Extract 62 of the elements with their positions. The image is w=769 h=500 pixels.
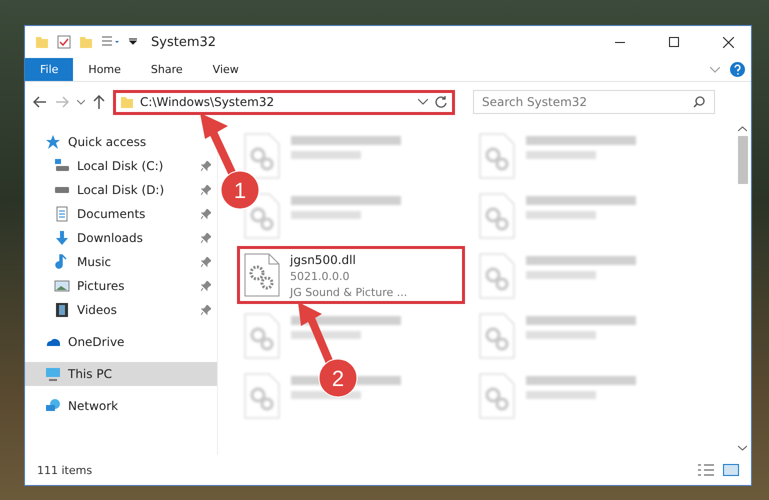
sidebar-item[interactable]: Local Disk (C:) [25, 154, 217, 178]
caret-icon[interactable] [129, 38, 137, 46]
refresh-icon[interactable] [434, 95, 448, 109]
pin-icon[interactable] [201, 257, 211, 267]
chevron-down-icon[interactable] [418, 99, 428, 105]
ribbon-tab[interactable]: Home [73, 58, 136, 81]
sidebar-item[interactable]: Music [25, 250, 217, 274]
large-icons-view-icon[interactable] [723, 463, 739, 477]
up-arrow-icon[interactable] [93, 95, 105, 109]
ribbon-tab[interactable]: Share [136, 58, 198, 81]
pin-icon[interactable] [201, 305, 211, 315]
sidebar-item[interactable]: Documents [25, 202, 217, 226]
folder-icon [35, 35, 49, 49]
ribbon-tab[interactable]: File [25, 58, 74, 81]
sidebar-item[interactable]: Local Disk (D:) [25, 178, 217, 202]
close-icon [722, 36, 734, 48]
file-tile[interactable]: jgsn500.dll 5021.0.0.0 JG Sound & Picture ... [237, 246, 465, 304]
drive-icon [55, 187, 69, 193]
sidebar-item[interactable]: This PC [25, 362, 217, 386]
sidebar-item[interactable]: Network [25, 394, 217, 418]
document-icon [54, 206, 70, 222]
network-icon [45, 398, 61, 414]
address-bar[interactable]: C:\Windows\System32 [113, 90, 455, 114]
pin-icon[interactable] [201, 281, 211, 291]
scrollbar-thumb[interactable] [738, 136, 748, 184]
folder-icon [120, 95, 134, 109]
help-icon[interactable] [730, 62, 745, 77]
scroll-up-icon[interactable] [738, 126, 747, 132]
scroll-down-icon[interactable] [738, 445, 747, 451]
pin-icon[interactable] [201, 233, 211, 243]
checklist-icon[interactable] [57, 35, 71, 49]
chevron-down-icon[interactable] [77, 100, 85, 104]
sidebar-item[interactable]: Videos [25, 298, 217, 322]
sidebar-item[interactable]: Downloads [25, 226, 217, 250]
file-detail: JG Sound & Picture ... [290, 286, 408, 299]
file-detail: 5021.0.0.0 [290, 270, 350, 283]
pin-icon[interactable] [201, 209, 211, 219]
details-view-icon[interactable] [697, 463, 715, 477]
picture-icon [54, 278, 70, 294]
sidebar-item[interactable]: Pictures [25, 274, 217, 298]
callout-number: 2 [332, 366, 344, 391]
pin-icon[interactable] [201, 161, 211, 171]
down-arrow-icon [54, 230, 70, 246]
sidebar-item[interactable]: OneDrive [25, 330, 217, 354]
dll-file-icon [244, 253, 280, 297]
pin-icon[interactable] [201, 185, 211, 195]
star-icon [45, 134, 61, 150]
sidebar-item[interactable]: Quick access [25, 130, 217, 154]
callout-badge [220, 170, 260, 210]
file-name: jgsn500.dll [290, 253, 357, 267]
film-icon [54, 302, 70, 318]
callout-number: 1 [234, 178, 246, 203]
window-title: System32 [151, 34, 218, 50]
monitor-icon [45, 366, 61, 382]
back-arrow-icon[interactable] [33, 96, 47, 108]
maximize-icon [669, 37, 679, 47]
ribbon-tab[interactable]: View [198, 58, 254, 81]
item-count: 111 items [37, 464, 94, 476]
new-folder-icon [79, 35, 93, 49]
drive-icon [54, 158, 70, 174]
callout-badge [318, 358, 358, 398]
search-field[interactable]: Search System32 [473, 90, 715, 114]
